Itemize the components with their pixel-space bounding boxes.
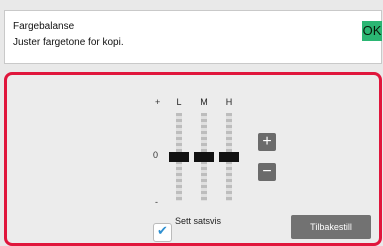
reset-button[interactable]: Tilbakestill [291,215,371,239]
increase-button[interactable]: + [258,133,276,151]
slider-m[interactable] [194,113,214,201]
slider-label-l: L [176,97,182,107]
batch-checkbox-label: Sett satsvis [175,216,222,226]
color-balance-panel: + 0 - L M H + − ✔ Sett satsvis Tilbakest… [4,72,382,246]
batch-checkbox[interactable]: ✔ [153,223,172,242]
slider-knob[interactable] [219,152,239,162]
scale-zero-label: 0 [153,150,159,160]
scale-minus-label: - [155,197,158,207]
dialog-frame: Fargebalanse Juster fargetone for kopi. … [0,0,383,246]
slider-label-m: M [200,97,208,107]
slider-h[interactable] [219,113,239,201]
slider-knob[interactable] [169,152,189,162]
header-panel: Fargebalanse Juster fargetone for kopi. … [4,10,382,64]
slider-label-h: H [225,97,233,107]
decrease-button[interactable]: − [258,163,276,181]
ok-button[interactable]: OK [362,21,382,41]
scale-plus-label: + [155,97,161,107]
slider-knob[interactable] [194,152,214,162]
page-subtitle: Juster fargetone for kopi. [13,37,124,48]
checkmark-icon: ✔ [157,223,168,238]
slider-l[interactable] [169,113,189,201]
page-title: Fargebalanse [13,21,75,32]
